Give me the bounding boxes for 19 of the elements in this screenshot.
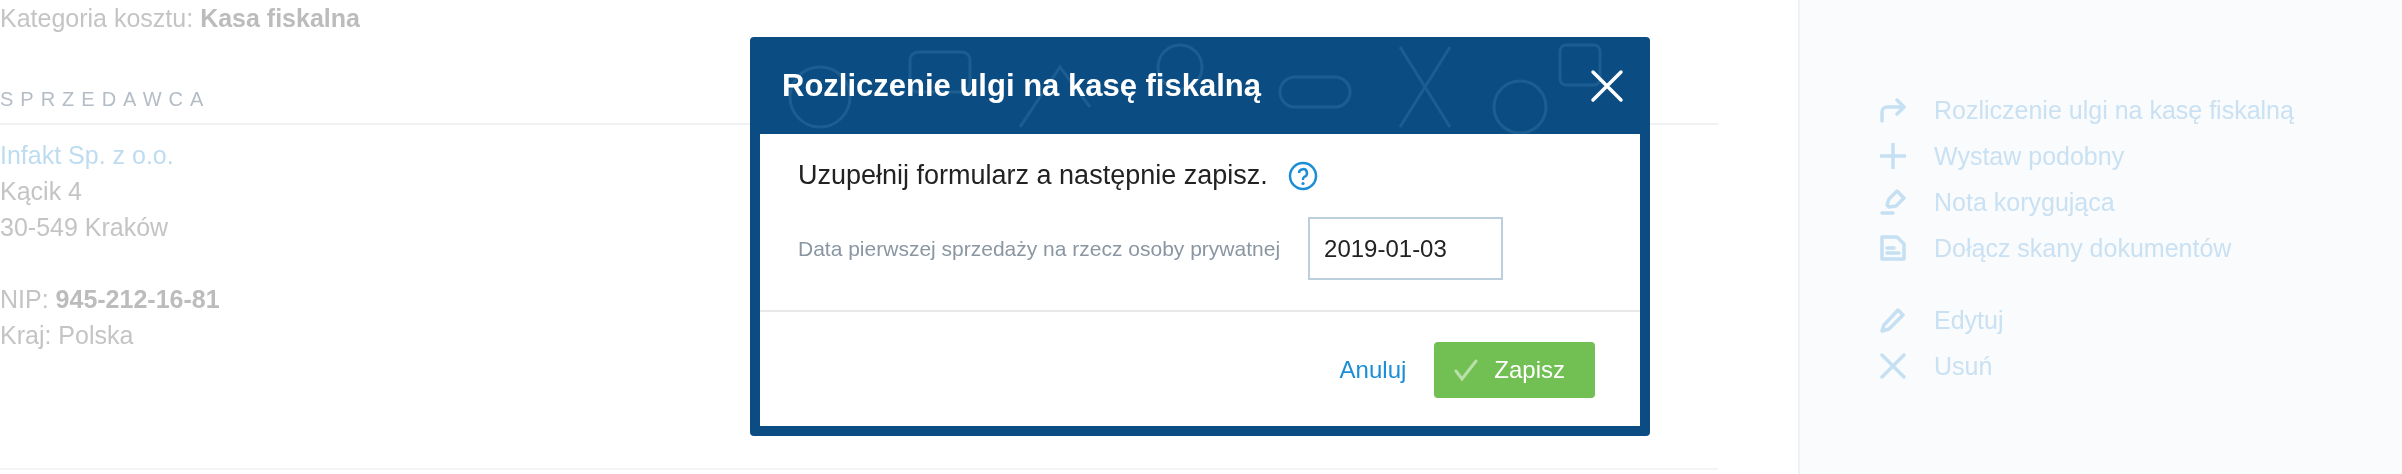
field-label: Data pierwszej sprzedaży na rzecz osoby prywatnej <box>798 236 1281 261</box>
seller-city: 30-549 Kraków <box>0 212 169 243</box>
cancel-link[interactable]: Anuluj <box>1333 355 1413 385</box>
pen-icon <box>1880 189 1906 215</box>
document-icon <box>1880 235 1906 261</box>
cost-category: Kategoria kosztu: Kasa fiskalna <box>0 3 361 34</box>
delete-icon <box>1880 353 1906 379</box>
seller-tax-id: NIP: 945-212-16-81 <box>0 284 220 315</box>
seller-name-link[interactable]: Infakt Sp. z o.o. <box>0 137 174 173</box>
pencil-icon <box>1880 307 1906 333</box>
checkmark-icon <box>1454 358 1479 382</box>
save-button[interactable]: Zapisz <box>1434 342 1595 398</box>
dialog-instructions: Uzupełnij formularz a następnie zapisz. <box>798 160 1268 191</box>
seller-street: Kącik 4 <box>0 176 82 207</box>
seller-country: Kraj: Polska <box>0 320 134 351</box>
redo-arrow-icon <box>1880 97 1906 123</box>
plus-icon <box>1880 143 1906 169</box>
date-input-field[interactable]: 2019-01-03 <box>1308 217 1504 280</box>
help-icon[interactable] <box>1287 160 1318 191</box>
